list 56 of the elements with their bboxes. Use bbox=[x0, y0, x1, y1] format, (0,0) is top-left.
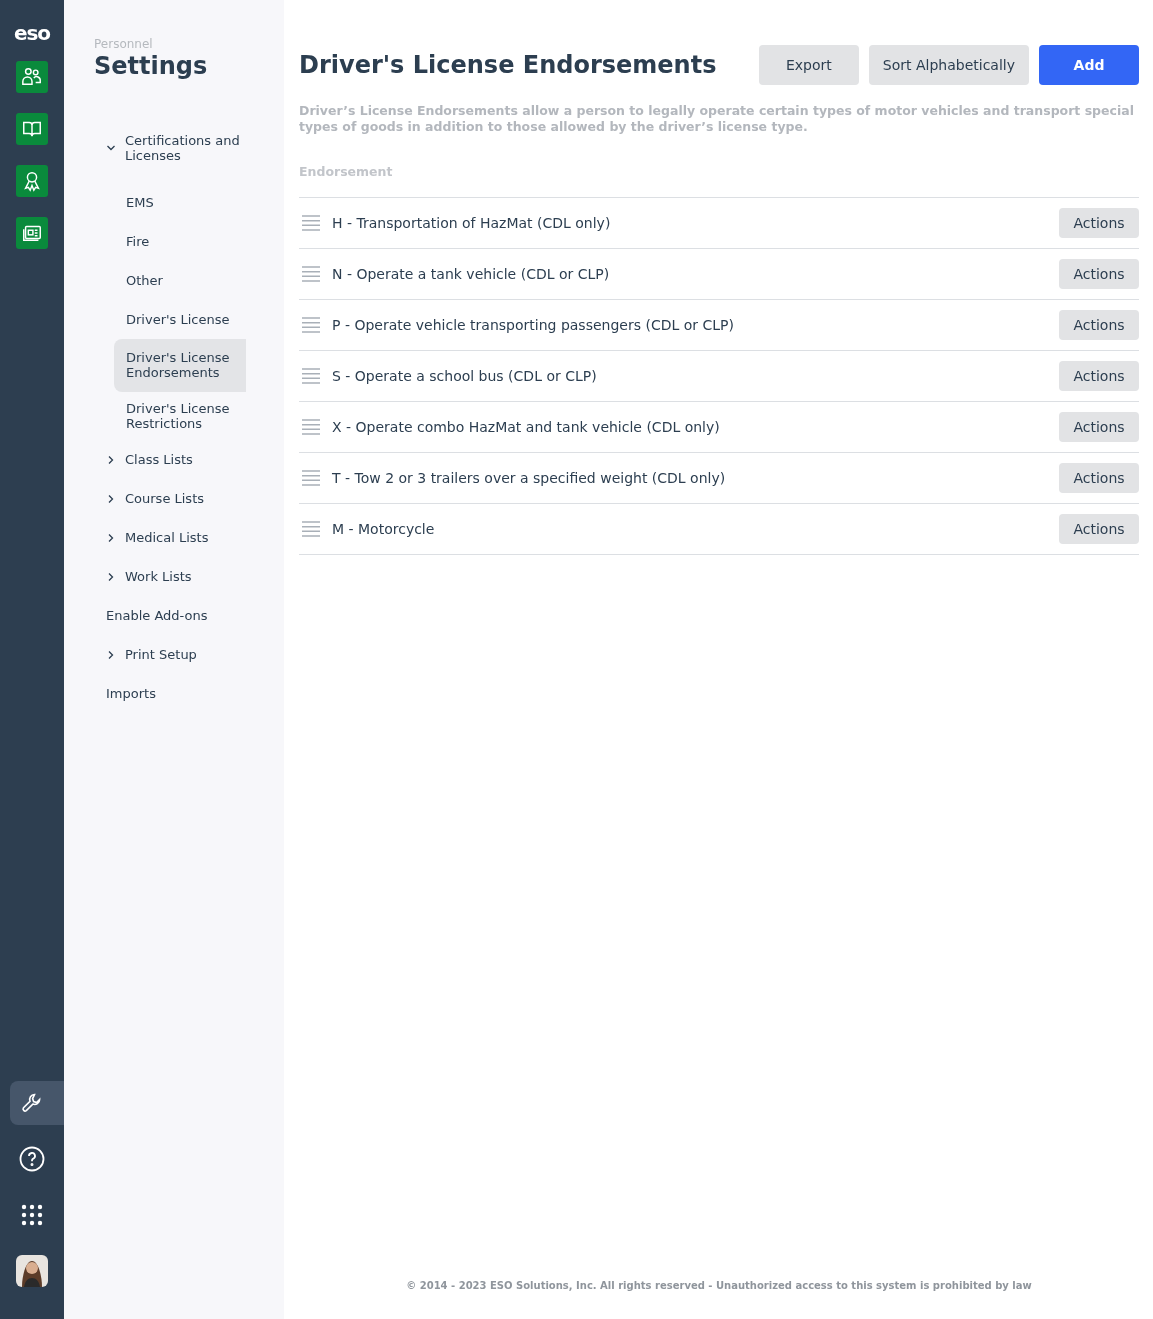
copyright-text: © 2014 - 2023 ESO Solutions, Inc. All rights reserved - Unauthorized access to this system is prohibited by law bbox=[405, 1280, 1033, 1291]
drag-handle-icon[interactable] bbox=[302, 521, 320, 537]
add-button[interactable]: Add bbox=[1039, 45, 1139, 85]
sidebar-title: Settings bbox=[94, 51, 209, 81]
actions-button[interactable]: Actions bbox=[1059, 208, 1139, 238]
sidebar-item[interactable]: Course Lists bbox=[125, 491, 204, 506]
award-icon[interactable] bbox=[16, 165, 48, 197]
toolbar-button[interactable]: Sort Alphabetically bbox=[868, 45, 1029, 85]
actions-button[interactable]: Actions bbox=[1059, 463, 1139, 493]
endorsement-name: P - Operate vehicle transporting passengers (CDL or CLP) bbox=[332, 317, 735, 333]
sidebar-item[interactable]: Print Setup bbox=[125, 647, 197, 662]
chevron-icon[interactable] bbox=[106, 143, 116, 153]
description: Driver’s License Endorsements allow a person to legally operate certain types of motor vehicles and transport special types of goods in addition to those allowed by the driver’s license type. bbox=[299, 103, 1135, 135]
sidebar-item[interactable]: Medical Lists bbox=[125, 530, 209, 545]
logo[interactable]: eso bbox=[13, 20, 51, 46]
sidebar-item[interactable]: Imports bbox=[106, 686, 156, 701]
chevron-icon[interactable] bbox=[106, 649, 116, 660]
chevron-icon[interactable] bbox=[106, 532, 116, 543]
drag-handle-icon[interactable] bbox=[302, 215, 320, 231]
toolbar-button[interactable]: Export bbox=[758, 45, 859, 85]
sidebar-item[interactable]: Driver's License Restrictions bbox=[114, 392, 246, 440]
endorsement-name: S - Operate a school bus (CDL or CLP) bbox=[332, 368, 598, 384]
chevron-icon[interactable] bbox=[106, 571, 116, 582]
column-header: Endorsement bbox=[299, 164, 393, 179]
sidebar-item[interactable]: Enable Add-ons bbox=[106, 608, 208, 623]
actions-button[interactable]: Actions bbox=[1059, 259, 1139, 289]
actions-button[interactable]: Actions bbox=[1059, 310, 1139, 340]
sidebar-item[interactable]: Other bbox=[114, 261, 246, 300]
chevron-icon[interactable] bbox=[106, 493, 116, 504]
sidebar-item[interactable]: EMS bbox=[114, 183, 246, 222]
sidebar-item[interactable]: Fire bbox=[114, 222, 246, 261]
sidebar-item[interactable]: Certifications and Licenses bbox=[125, 133, 284, 163]
book-icon[interactable] bbox=[16, 113, 48, 145]
endorsement-name: T - Tow 2 or 3 trailers over a specified weight (CDL only) bbox=[332, 470, 727, 486]
drag-handle-icon[interactable] bbox=[302, 317, 320, 333]
newspaper-icon[interactable] bbox=[16, 217, 48, 249]
section-label: Personnel bbox=[94, 37, 154, 51]
endorsement-name: H - Transportation of HazMat (CDL only) bbox=[332, 215, 612, 231]
endorsement-name: X - Operate combo HazMat and tank vehicle (CDL only) bbox=[332, 419, 721, 435]
endorsement-name: M - Motorcycle bbox=[332, 521, 436, 537]
sidebar-item[interactable]: Driver's License bbox=[114, 300, 246, 339]
sidebar-item[interactable]: Work Lists bbox=[125, 569, 192, 584]
people-icon[interactable] bbox=[16, 61, 48, 93]
drag-handle-icon[interactable] bbox=[302, 470, 320, 486]
drag-handle-icon[interactable] bbox=[302, 266, 320, 282]
sidebar-item[interactable]: Class Lists bbox=[125, 452, 193, 467]
actions-button[interactable]: Actions bbox=[1059, 361, 1139, 391]
sidebar-item[interactable]: Driver's License Endorsements bbox=[114, 339, 246, 392]
chevron-icon[interactable] bbox=[106, 454, 116, 465]
endorsement-name: N - Operate a tank vehicle (CDL or CLP) bbox=[332, 266, 611, 282]
actions-button[interactable]: Actions bbox=[1059, 412, 1139, 442]
actions-button[interactable]: Actions bbox=[1059, 514, 1139, 544]
wrench-icon[interactable] bbox=[10, 1081, 64, 1125]
page-title: Driver's License Endorsements bbox=[299, 51, 717, 79]
drag-handle-icon[interactable] bbox=[302, 419, 320, 435]
drag-handle-icon[interactable] bbox=[302, 368, 320, 384]
